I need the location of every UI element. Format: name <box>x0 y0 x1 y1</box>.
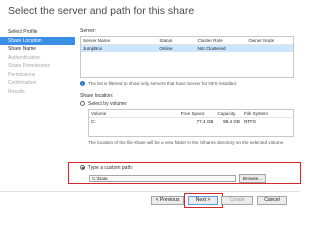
cancel-button[interactable]: Cancel <box>257 196 287 205</box>
previous-button[interactable]: < Previous <box>151 196 184 205</box>
main-panel: Server: Server Name Status Cluster Role … <box>80 28 294 145</box>
capacity-cell: 98.4 GB <box>223 118 240 124</box>
custom-path-option[interactable]: Type a custom path: <box>80 165 133 171</box>
server-list[interactable]: Server Name Status Cluster Role Owner No… <box>80 36 294 78</box>
share-location-label: Share location: <box>80 92 114 99</box>
server-owner-cell <box>246 44 293 52</box>
info-icon: i <box>80 81 85 86</box>
file-system-cell: NTFS <box>243 118 256 124</box>
footer-divider <box>0 191 300 192</box>
server-status-cell: Online <box>157 44 196 52</box>
free-space-cell: 77.4 GB <box>196 118 214 124</box>
nav-item-results: Results <box>8 88 25 95</box>
custom-path-radio[interactable] <box>80 165 85 171</box>
server-row[interactable]: JumpBox Online Not Clustered <box>81 44 293 52</box>
select-by-volume-label: Select by volume: <box>88 100 128 107</box>
select-by-volume-radio[interactable] <box>80 100 85 106</box>
nav-item-confirmation: Confirmation <box>8 80 37 86</box>
select-by-volume-option[interactable]: Select by volume: <box>80 101 294 107</box>
column-header-free-space[interactable]: Free Space <box>178 109 216 118</box>
volume-list[interactable]: Volume Free Space Capacity File System C… <box>88 108 294 137</box>
column-header-server-name[interactable]: Server Name <box>81 37 158 45</box>
server-role-cell: Not Clustered <box>195 44 247 52</box>
column-header-volume[interactable]: Volume <box>89 109 179 118</box>
column-header-owner-node[interactable]: Owner Node <box>246 37 293 45</box>
server-header-row: Server Name Status Cluster Role Owner No… <box>81 37 293 45</box>
wizard-nav: Select Profile Share Location Share Name… <box>0 28 75 96</box>
volume-header-row: Volume Free Space Capacity File System <box>89 109 293 118</box>
nav-item-share-name[interactable]: Share Name <box>0 45 75 54</box>
nav-item-authentication: Authentication <box>8 54 40 61</box>
next-button[interactable]: Next > <box>188 196 218 205</box>
browse-button[interactable]: Browse... <box>239 174 266 183</box>
column-header-capacity[interactable]: Capacity <box>215 109 242 118</box>
server-name-cell: JumpBox <box>81 44 158 52</box>
volume-row[interactable]: C: 77.4 GB 98.4 GB NTFS <box>89 117 293 125</box>
nav-item-share-location[interactable]: Share Location <box>0 36 75 45</box>
volume-note: The location of the file share will be a… <box>88 139 285 145</box>
create-button: Create <box>221 196 253 205</box>
filter-note: The list is filtered to show only server… <box>88 81 238 86</box>
nav-item-select-profile[interactable]: Select Profile <box>0 28 75 37</box>
server-label: Server: <box>80 28 97 34</box>
column-header-status[interactable]: Status <box>157 37 196 45</box>
nav-item-share-permissions: Share Permissions <box>8 63 50 69</box>
page-title: Select the server and path for this shar… <box>8 5 195 17</box>
custom-path-label: Type a custom path: <box>88 165 134 171</box>
column-header-file-system[interactable]: File System <box>241 109 293 118</box>
filter-note-row: i The list is filtered to show only serv… <box>80 81 294 87</box>
column-header-cluster-role[interactable]: Cluster Role <box>195 37 247 45</box>
volume-cell: C: <box>91 118 96 124</box>
custom-path-input[interactable] <box>89 175 236 182</box>
nav-item-permissions: Permissions <box>8 71 36 78</box>
